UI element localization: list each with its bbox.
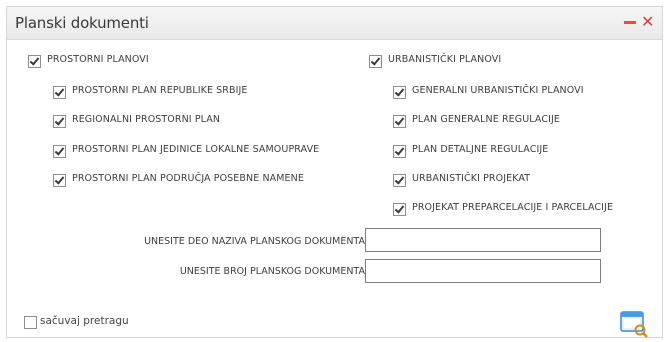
checkbox-urbanisticki-projekat[interactable] <box>393 174 406 187</box>
checkbox-prostorni-planovi[interactable] <box>28 55 41 68</box>
search-button[interactable] <box>619 308 649 338</box>
close-icon[interactable]: ✕ <box>641 12 654 32</box>
checkbox-urbanisticki-planovi[interactable] <box>369 55 382 68</box>
document-number-input[interactable] <box>365 259 601 283</box>
checkbox-projekat-preparcelacije[interactable] <box>393 203 406 216</box>
checkbox-plan-podrucja-posebne-namene[interactable] <box>53 174 66 187</box>
checkbox-plan-republike-srbije[interactable] <box>53 86 66 99</box>
title-bar: Planski dokumenti ✕ <box>7 7 662 40</box>
label-plan-republike-srbije: PROSTORNI PLAN REPUBLIKE SRBIJE <box>72 85 248 96</box>
planski-dokumenti-panel: Planski dokumenti ✕ PROSTORNI PLANOVI PR… <box>6 6 663 338</box>
checkbox-regionalni-prostorni-plan[interactable] <box>53 115 66 128</box>
save-search-checkbox[interactable] <box>24 316 37 329</box>
label-regionalni-prostorni-plan: REGIONALNI PROSTORNI PLAN <box>72 114 221 125</box>
number-field-label: UNESITE BROJ PLANSKOG DOKUMENTA <box>179 266 365 277</box>
group-label-prostorni-planovi: PROSTORNI PLANOVI <box>47 54 149 65</box>
minimize-icon[interactable] <box>624 21 636 24</box>
label-urbanisticki-projekat: URBANISTIČKI PROJEKAT <box>412 173 531 184</box>
checkbox-generalni-urbanisticki-planovi[interactable] <box>393 86 406 99</box>
name-field-label: UNESITE DEO NAZIVA PLANSKOG DOKUMENTA <box>144 236 365 247</box>
checkbox-plan-generalne-regulacije[interactable] <box>393 115 406 128</box>
label-plan-detaljne-regulacije: PLAN DETALJNE REGULACIJE <box>412 144 549 155</box>
label-plan-generalne-regulacije: PLAN GENERALNE REGULACIJE <box>412 114 560 125</box>
label-projekat-preparcelacije: PROJEKAT PREPARCELACIJE I PARCELACIJE <box>412 202 614 213</box>
group-label-urbanisticki-planovi: URBANISTIČKI PLANOVI <box>388 54 502 65</box>
document-name-input[interactable] <box>365 228 601 252</box>
checkbox-plan-jedinice-lokalne-samouprave[interactable] <box>53 145 66 158</box>
save-search-label: sačuvaj pretragu <box>40 315 129 327</box>
search-window-icon <box>620 311 648 338</box>
label-plan-jedinice-lokalne-samouprave: PROSTORNI PLAN JEDINICE LOKALNE SAMOUPRA… <box>72 144 320 155</box>
checkbox-plan-detaljne-regulacije[interactable] <box>393 145 406 158</box>
window-title: Planski dokumenti <box>15 14 149 32</box>
label-generalni-urbanisticki-planovi: GENERALNI URBANISTIČKI PLANOVI <box>412 85 584 96</box>
label-plan-podrucja-posebne-namene: PROSTORNI PLAN PODRUČJA POSEBNE NAMENE <box>72 173 304 184</box>
